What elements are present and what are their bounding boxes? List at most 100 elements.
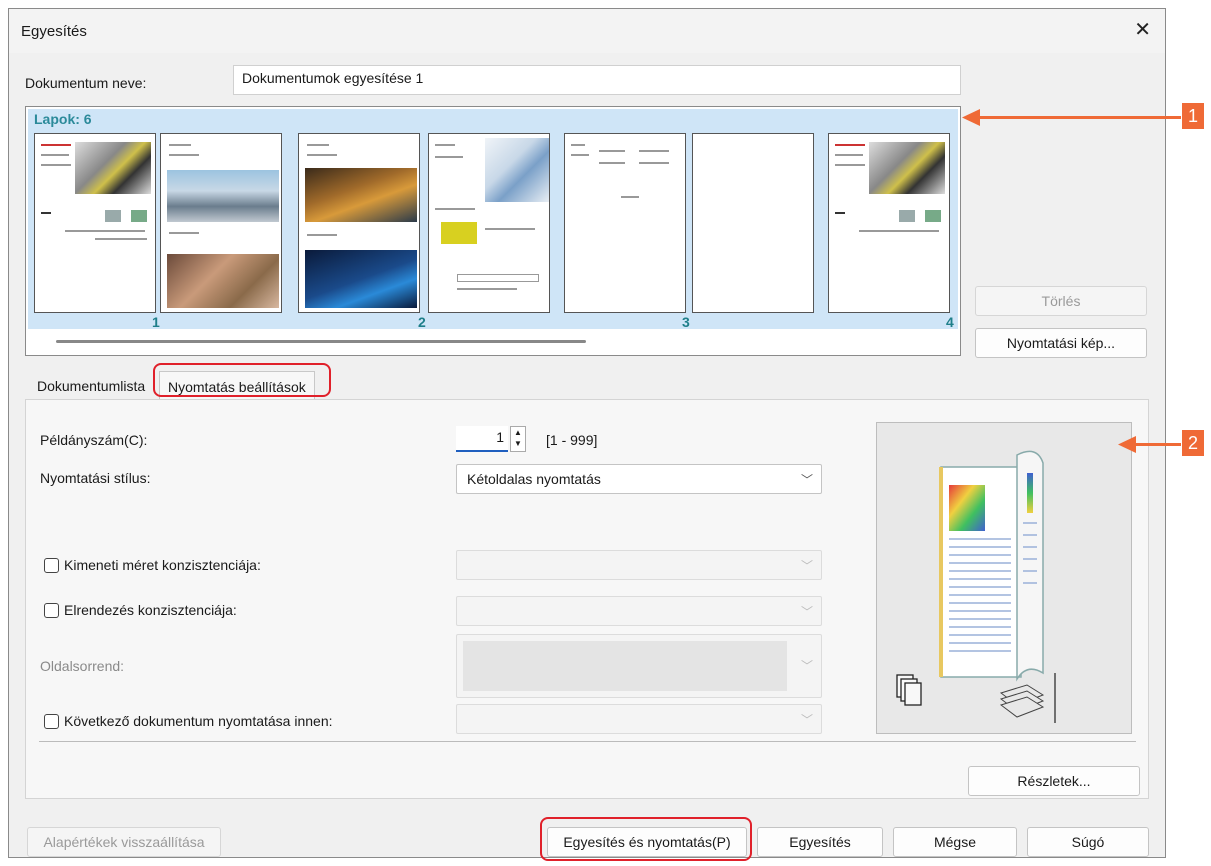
- thumbnail-line: [485, 228, 535, 230]
- help-button[interactable]: Súgó: [1027, 827, 1149, 857]
- layout-label: Elrendezés konzisztenciája:: [64, 602, 237, 618]
- cancel-button[interactable]: Mégse: [893, 827, 1017, 857]
- tab-document-list[interactable]: Dokumentumlista: [29, 371, 153, 401]
- layout-checkbox[interactable]: [44, 603, 59, 618]
- thumbnail-image: [131, 210, 147, 222]
- layout-select[interactable]: ﹀: [456, 596, 822, 626]
- thumbnail-line: [835, 164, 865, 166]
- page-thumbnail[interactable]: [428, 133, 550, 313]
- thumbnail-line: [307, 144, 329, 146]
- close-icon[interactable]: ✕: [1134, 17, 1151, 42]
- chevron-down-icon: ﹀: [800, 559, 813, 573]
- thumbnail-line: [859, 230, 939, 232]
- thumbnail-line: [169, 144, 191, 146]
- thumbnail-line: [571, 154, 589, 156]
- copies-label: Példányszám(C):: [40, 432, 148, 448]
- print-preview-button[interactable]: Nyomtatási kép...: [975, 328, 1147, 358]
- pages-scrollbar[interactable]: [56, 340, 586, 343]
- output-size-label: Kimeneti méret konzisztenciája:: [64, 557, 261, 573]
- thumbnail-line: [639, 150, 669, 152]
- page-number: 2: [418, 314, 426, 330]
- thumbnail-line: [835, 144, 865, 146]
- thumbnail-line: [599, 162, 625, 164]
- callout-arrowhead-icon: [1118, 436, 1136, 453]
- thumbnail-image: [305, 250, 417, 308]
- merge-button[interactable]: Egyesítés: [757, 827, 883, 857]
- thumbnail-line: [169, 154, 199, 156]
- copies-range: [1 - 999]: [546, 432, 598, 448]
- thumbnail-line: [435, 156, 463, 158]
- thumbnail-image: [869, 142, 945, 194]
- page-order-list[interactable]: ﹀: [456, 634, 822, 698]
- page-number: 4: [946, 314, 954, 330]
- page-order-label: Oldalsorrend:: [40, 658, 125, 674]
- document-name-input[interactable]: Dokumentumok egyesítése 1: [233, 65, 961, 95]
- copies-input[interactable]: 1: [456, 426, 508, 452]
- thumbnail-image: [75, 142, 151, 194]
- page-thumbnail[interactable]: [298, 133, 420, 313]
- pages-panel: Lapok: 6 1 2 3 4: [25, 106, 961, 356]
- print-style-value: Kétoldalas nyomtatás: [467, 471, 601, 487]
- page-thumbnail[interactable]: [828, 133, 950, 313]
- page-thumbnail[interactable]: [564, 133, 686, 313]
- chevron-down-icon: ﹀: [800, 713, 813, 727]
- thumbnail-line: [41, 212, 51, 214]
- callout-marker-1: 1: [1182, 103, 1204, 129]
- pages-count-title: Lapok: 6: [34, 111, 92, 127]
- thumbnail-image: [305, 168, 417, 222]
- pages-strip[interactable]: Lapok: 6 1 2 3 4: [28, 109, 958, 330]
- output-size-select[interactable]: ﹀: [456, 550, 822, 580]
- duplex-preview-icon: [896, 450, 1056, 723]
- next-document-select[interactable]: ﹀: [456, 704, 822, 734]
- delete-button[interactable]: Törlés: [975, 286, 1147, 316]
- thumbnail-image: [457, 274, 539, 282]
- print-preview-image: [876, 422, 1132, 734]
- copies-stepper[interactable]: ▲ ▼: [510, 426, 526, 452]
- details-button[interactable]: Részletek...: [968, 766, 1140, 796]
- page-order-area: [463, 641, 787, 691]
- thumbnail-image: [925, 210, 941, 222]
- chevron-down-icon: ﹀: [800, 605, 813, 619]
- document-name-value: Dokumentumok egyesítése 1: [242, 70, 424, 86]
- thumbnail-line: [95, 238, 147, 240]
- dialog-title: Egyesítés: [21, 23, 87, 40]
- thumbnail-image: [167, 254, 279, 308]
- thumbnail-line: [65, 230, 145, 232]
- next-document-label: Következő dokumentum nyomtatása innen:: [64, 713, 333, 729]
- print-style-label: Nyomtatási stílus:: [40, 470, 151, 486]
- thumbnail-image: [485, 138, 549, 202]
- thumbnail-line: [41, 144, 71, 146]
- page-thumbnail[interactable]: [692, 133, 814, 313]
- thumbnail-image: [105, 210, 121, 222]
- thumbnail-line: [169, 232, 199, 234]
- page-thumbnail[interactable]: [34, 133, 156, 313]
- thumbnail-line: [571, 144, 585, 146]
- thumbnail-line: [639, 162, 669, 164]
- page-number: 3: [682, 314, 690, 330]
- thumbnail-line: [41, 154, 69, 156]
- chevron-down-icon: ﹀: [800, 659, 813, 673]
- callout-arrow-line: [975, 116, 1181, 119]
- highlight-merge-print-button: [540, 817, 752, 861]
- callout-arrow-line: [1133, 443, 1181, 446]
- page-thumbnail[interactable]: [160, 133, 282, 313]
- thumbnail-image: [899, 210, 915, 222]
- thumbnail-line: [457, 288, 517, 290]
- thumbnail-image: [441, 222, 477, 244]
- copies-value: 1: [496, 429, 504, 445]
- thumbnail-line: [621, 196, 639, 198]
- next-document-checkbox[interactable]: [44, 714, 59, 729]
- callout-marker-2: 2: [1182, 430, 1204, 456]
- thumbnail-line: [307, 154, 337, 156]
- thumbnail-line: [41, 164, 71, 166]
- merge-dialog: Egyesítés ✕ Dokumentum neve: Dokumentumo…: [8, 8, 1166, 858]
- highlight-print-settings-tab: [153, 363, 331, 397]
- separator: [39, 741, 1136, 742]
- output-size-checkbox[interactable]: [44, 558, 59, 573]
- print-style-select[interactable]: Kétoldalas nyomtatás ﹀: [456, 464, 822, 494]
- thumbnail-line: [435, 208, 475, 210]
- title-bar: Egyesítés ✕: [9, 9, 1165, 53]
- callout-arrowhead-icon: [962, 109, 980, 126]
- reset-defaults-button[interactable]: Alapértékek visszaállítása: [27, 827, 221, 857]
- chevron-down-icon: ﹀: [800, 473, 813, 487]
